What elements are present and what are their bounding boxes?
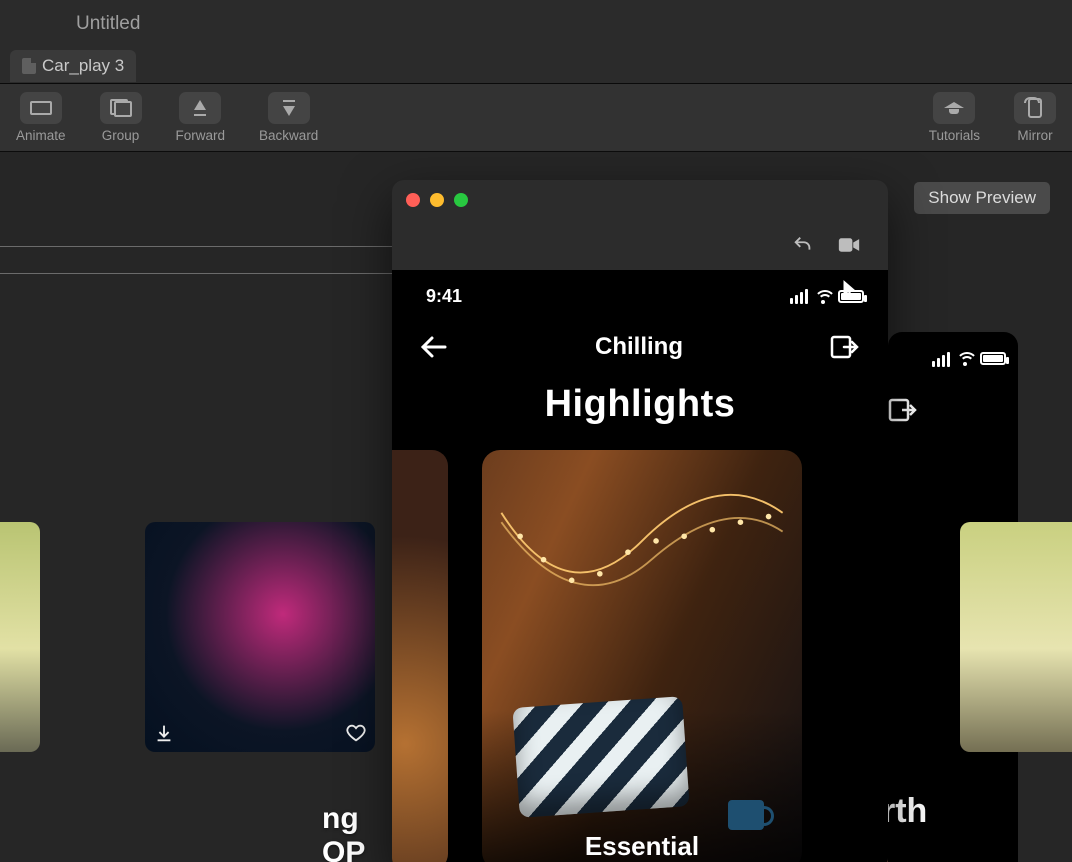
preview-window[interactable]: 9:41 Chilling bbox=[392, 180, 888, 862]
status-time: 9:41 bbox=[426, 286, 462, 307]
wifi-icon bbox=[956, 352, 974, 366]
group-icon bbox=[100, 92, 142, 124]
bring-forward-icon bbox=[179, 92, 221, 124]
battery-icon bbox=[838, 290, 864, 303]
toolbar: Animate Group Forward Backward Tutorials… bbox=[0, 84, 1072, 152]
signal-icon bbox=[932, 352, 950, 367]
show-preview-button[interactable]: Show Preview bbox=[914, 182, 1050, 214]
mirror-button[interactable]: Mirror bbox=[1006, 92, 1064, 143]
backward-button[interactable]: Backward bbox=[251, 92, 326, 143]
card-caption: Essential bbox=[482, 831, 802, 862]
toolbar-label: Backward bbox=[259, 128, 318, 143]
card-artwork bbox=[728, 800, 764, 830]
phone-preview[interactable]: 9:41 Chilling bbox=[392, 270, 888, 862]
toolbar-label: Animate bbox=[16, 128, 66, 143]
signal-icon bbox=[790, 289, 808, 304]
minimize-window-button[interactable] bbox=[430, 193, 444, 207]
card-artwork bbox=[512, 696, 689, 818]
traffic-lights bbox=[406, 193, 468, 207]
export-button[interactable] bbox=[830, 334, 860, 360]
heart-icon[interactable] bbox=[345, 722, 367, 744]
download-icon[interactable] bbox=[153, 722, 175, 744]
back-button[interactable] bbox=[420, 335, 448, 359]
carousel-side-card[interactable] bbox=[392, 450, 448, 862]
export-icon bbox=[888, 375, 1018, 423]
canvas-thumb[interactable] bbox=[0, 522, 40, 752]
animate-icon bbox=[20, 92, 62, 124]
titlebar: Untitled bbox=[0, 0, 1072, 48]
status-bar: 9:41 bbox=[392, 270, 888, 315]
record-button[interactable] bbox=[838, 234, 860, 256]
forward-button[interactable]: Forward bbox=[168, 92, 234, 143]
canvas-guides bbox=[0, 246, 395, 300]
document-icon bbox=[22, 58, 36, 74]
canvas-thumb[interactable] bbox=[960, 522, 1072, 752]
window-titlebar[interactable] bbox=[392, 180, 888, 220]
graduation-cap-icon bbox=[933, 92, 975, 124]
carousel-main-card[interactable]: Essential bbox=[482, 450, 802, 862]
nav-bar: Chilling bbox=[392, 315, 888, 369]
card-label-fragment: ng OP bbox=[322, 802, 365, 862]
document-tab[interactable]: Car_play 3 bbox=[10, 50, 136, 82]
status-bar bbox=[888, 332, 1018, 375]
document-tab-label: Car_play 3 bbox=[42, 56, 124, 76]
card-label-fragment: rth bbox=[882, 792, 927, 831]
document-tabs: Car_play 3 bbox=[0, 48, 1072, 84]
show-preview-label: Show Preview bbox=[928, 188, 1036, 207]
nav-title: Chilling bbox=[595, 333, 683, 361]
close-window-button[interactable] bbox=[406, 193, 420, 207]
zoom-window-button[interactable] bbox=[454, 193, 468, 207]
toolbar-label: Group bbox=[102, 128, 140, 143]
wifi-icon bbox=[814, 290, 832, 304]
toolbar-label: Tutorials bbox=[929, 128, 980, 143]
toolbar-label: Mirror bbox=[1017, 128, 1052, 143]
battery-icon bbox=[980, 352, 1006, 365]
send-backward-icon bbox=[268, 92, 310, 124]
canvas-thumb[interactable] bbox=[145, 522, 375, 752]
mirror-icon bbox=[1014, 92, 1056, 124]
card-artwork bbox=[492, 480, 792, 630]
card-carousel[interactable]: Essential bbox=[392, 436, 888, 862]
window-title: Untitled bbox=[76, 13, 140, 35]
design-canvas[interactable]: Show Preview rth bbox=[0, 152, 1072, 862]
tutorials-button[interactable]: Tutorials bbox=[921, 92, 988, 143]
section-title: Highlights bbox=[392, 369, 888, 436]
toolbar-label: Forward bbox=[176, 128, 226, 143]
group-button[interactable]: Group bbox=[92, 92, 150, 143]
undo-button[interactable] bbox=[792, 234, 814, 256]
animate-button[interactable]: Animate bbox=[8, 92, 74, 143]
preview-toolbar bbox=[392, 220, 888, 270]
